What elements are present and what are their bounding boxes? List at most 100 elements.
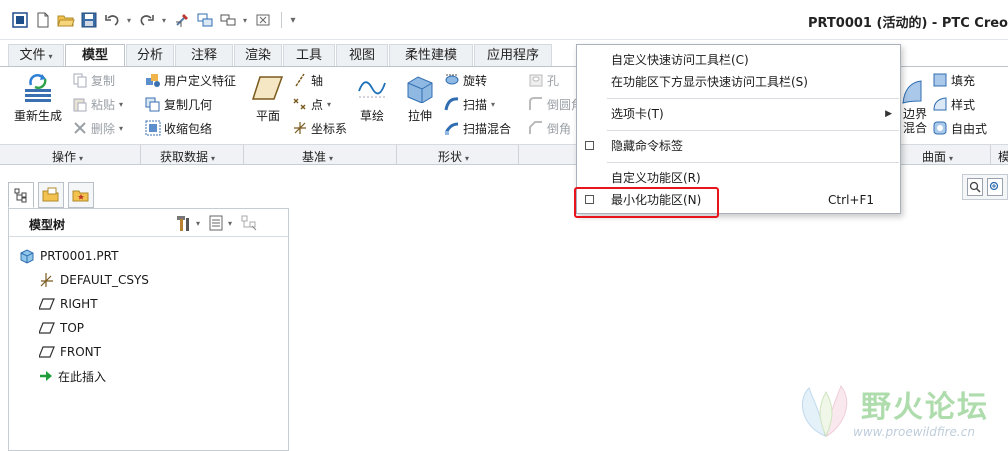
submenu-arrow-icon: ▶ (885, 109, 892, 119)
plane-icon (252, 76, 284, 100)
revolve-icon (445, 74, 459, 85)
delete-icon (74, 122, 86, 134)
toolbar-separator (281, 12, 282, 28)
part-icon (20, 249, 34, 264)
model-tree-panel: 模型树 ▾ ▾ PRT0001.PRT DEFAULT_CSYS RIGHT T… (8, 208, 289, 451)
axis-button[interactable]: 轴 (292, 69, 323, 91)
favorites-tab[interactable] (68, 182, 94, 208)
new-file-icon[interactable] (33, 10, 53, 30)
window-switch-dropdown-icon[interactable]: ▾ (241, 16, 249, 25)
close-window-icon[interactable] (253, 10, 273, 30)
model-tree-icon (14, 188, 27, 203)
group-shapes-label[interactable]: 形状 ▾ (438, 148, 469, 165)
paste-button[interactable]: 粘贴 ▾ (72, 93, 123, 115)
tab-view[interactable]: 视图 (336, 44, 388, 66)
tab-render[interactable]: 渲染 (234, 44, 282, 66)
quick-access-toolbar: ▾ ▾ ▾ ▾ (10, 9, 303, 31)
save-icon[interactable] (79, 10, 99, 30)
group-datum-label[interactable]: 基准 ▾ (302, 148, 333, 165)
settings-dropdown-icon[interactable]: ▾ (196, 219, 200, 228)
style-button[interactable]: 样式 (932, 93, 975, 115)
model-tree-tab[interactable] (8, 182, 34, 208)
delete-button[interactable]: 删除 ▾ (72, 117, 123, 139)
round-button[interactable]: 倒圆角 (528, 93, 583, 115)
undo-icon[interactable] (102, 10, 122, 30)
redo-dropdown-icon[interactable]: ▾ (160, 16, 168, 25)
sketch-button[interactable]: 草绘 (356, 73, 388, 124)
tab-file[interactable]: 文件 ▾ (8, 44, 64, 66)
shrinkwrap-icon (145, 120, 161, 136)
freestyle-button[interactable]: 自由式 (932, 117, 987, 139)
redo-icon[interactable] (137, 10, 157, 30)
copy-geometry-button[interactable]: 复制几何 (145, 93, 212, 115)
tree-item-front[interactable]: FRONT (39, 341, 101, 363)
hole-icon (529, 74, 543, 87)
graphics-toolbar (962, 174, 1008, 200)
open-folder-icon[interactable] (56, 10, 76, 30)
tab-analysis[interactable]: 分析 (126, 44, 174, 66)
tree-item-insert-here[interactable]: 在此插入 (39, 365, 106, 387)
regenerate-icon (25, 74, 51, 102)
customize-qa-dropdown-icon[interactable]: ▾ (287, 15, 299, 26)
tree-filter-icon[interactable] (240, 214, 258, 232)
menu-customize-qat[interactable]: 自定义快速访问工具栏(C) (577, 49, 900, 71)
hide-labels-checkbox[interactable] (585, 141, 594, 150)
watermark-name: 野火论坛 (861, 390, 989, 425)
tab-model[interactable]: 模型 (65, 44, 125, 67)
group-get-data-label[interactable]: 获取数据 ▾ (160, 148, 215, 165)
tree-item-part[interactable]: PRT0001.PRT (19, 245, 118, 267)
tree-item-default-csys[interactable]: DEFAULT_CSYS (39, 269, 149, 291)
freestyle-icon (933, 121, 947, 135)
boundary-blend-icon-area[interactable] (901, 77, 927, 107)
show-list-icon[interactable] (208, 214, 224, 232)
swept-blend-button[interactable]: 扫描混合 (444, 117, 511, 139)
undo-dropdown-icon[interactable]: ▾ (125, 16, 133, 25)
folder-browser-tab[interactable] (38, 182, 64, 208)
group-operations-label[interactable]: 操作 ▾ (52, 148, 83, 165)
tab-flexible-modeling[interactable]: 柔性建模 (389, 44, 473, 66)
extrude-button[interactable]: 拉伸 (402, 73, 438, 124)
zoom-in-icon[interactable] (987, 178, 1003, 196)
menu-tabs[interactable]: 选项卡(T) ▶ (577, 103, 900, 125)
datum-plane-icon (39, 346, 55, 358)
sweep-icon (444, 97, 459, 111)
csys-button[interactable]: 坐标系 (292, 117, 347, 139)
copy-button[interactable]: 复制 (72, 69, 115, 91)
tab-annotate[interactable]: 注释 (175, 44, 233, 66)
menu-hide-command-labels[interactable]: 隐藏命令标签 (577, 135, 900, 157)
group-model-intent-label[interactable]: 模 (998, 148, 1008, 165)
datum-plane-icon (39, 298, 55, 310)
regenerate-quick-icon[interactable] (172, 10, 192, 30)
boundary-blend-label[interactable]: 边界 混合 (903, 107, 927, 143)
hole-button[interactable]: 孔 (528, 69, 559, 91)
tab-applications[interactable]: 应用程序 (474, 44, 552, 66)
model-tree-header: 模型树 ▾ ▾ (9, 209, 288, 237)
revolve-button[interactable]: 旋转 (444, 69, 487, 91)
tree-item-right[interactable]: RIGHT (39, 293, 98, 315)
tab-tools[interactable]: 工具 (283, 44, 335, 66)
regenerate-button[interactable]: 重新生成 (10, 73, 66, 124)
windows-icon[interactable] (195, 10, 215, 30)
sketch-icon (358, 81, 386, 98)
group-surfaces-label[interactable]: 曲面 ▾ (922, 148, 953, 165)
menu-customize-ribbon[interactable]: 自定义功能区(R) (577, 167, 900, 189)
point-button[interactable]: 点 ▾ (292, 93, 331, 115)
plane-button[interactable]: 平面 (250, 73, 286, 124)
window-switch-icon[interactable] (218, 10, 238, 30)
datum-plane-icon (39, 322, 55, 334)
favorites-icon (72, 190, 89, 202)
shrinkwrap-button[interactable]: 收缩包络 (145, 117, 212, 139)
menu-show-qat-below[interactable]: 在功能区下方显示快速访问工具栏(S) (577, 71, 900, 93)
tree-item-top[interactable]: TOP (39, 317, 84, 339)
fill-button[interactable]: 填充 (932, 69, 975, 91)
udf-button[interactable]: 用户定义特征 (145, 69, 236, 91)
show-dropdown-icon[interactable]: ▾ (228, 219, 232, 228)
sweep-button[interactable]: 扫描 ▾ (444, 93, 495, 115)
title-bar: ▾ ▾ ▾ ▾ PRT0001 (活动的) - PTC Creo (0, 0, 1008, 40)
refit-icon[interactable] (967, 178, 983, 196)
red-highlight-box (574, 187, 719, 218)
chamfer-button[interactable]: 倒角 (528, 117, 571, 139)
app-menu-icon[interactable] (10, 10, 30, 30)
copy-geometry-icon (145, 97, 160, 112)
settings-hammer-icon[interactable] (174, 214, 192, 232)
